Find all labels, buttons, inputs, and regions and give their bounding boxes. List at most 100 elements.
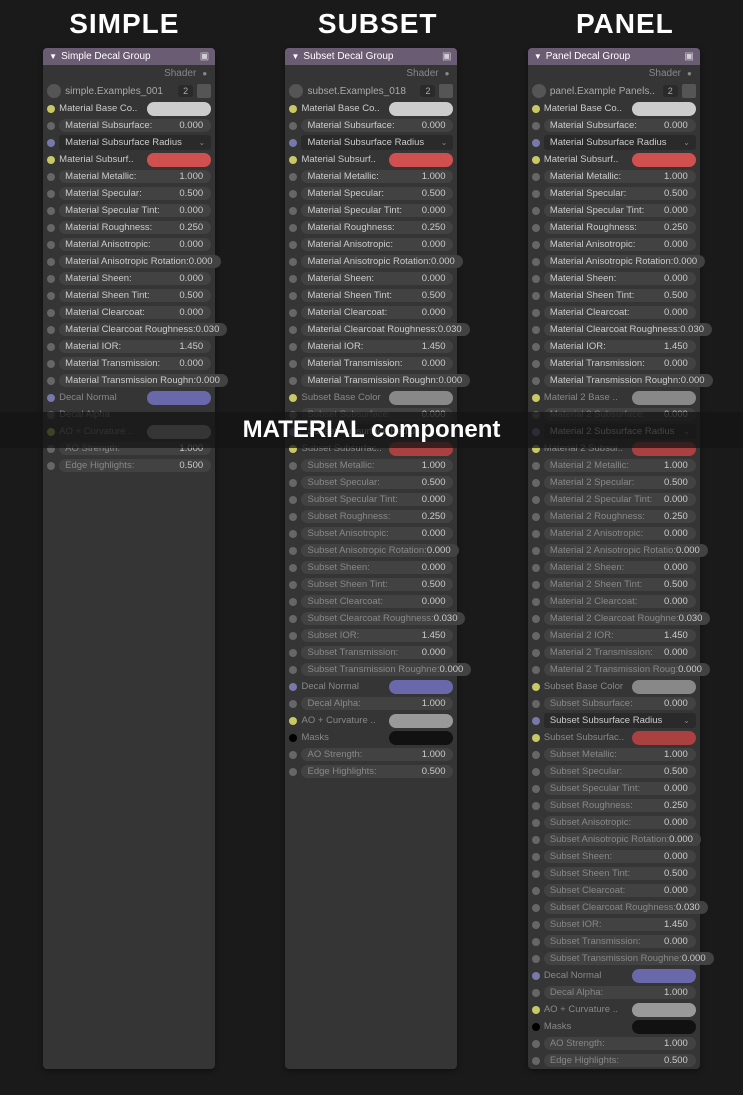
socket-dot-icon[interactable] (532, 785, 540, 793)
number-field[interactable]: Material Anisotropic:0.000 (544, 238, 696, 251)
socket-dot-icon[interactable] (289, 326, 297, 334)
number-field[interactable]: Subset Sheen Tint:0.500 (301, 578, 453, 591)
color-swatch[interactable] (632, 153, 696, 167)
number-field[interactable]: Material Specular:0.500 (301, 187, 453, 200)
user-count[interactable]: 2 (663, 85, 678, 97)
number-field[interactable]: Subset Specular Tint:0.000 (301, 493, 453, 506)
socket-dot-icon[interactable] (47, 224, 55, 232)
datablock-icon[interactable] (532, 84, 546, 98)
socket-dot-icon[interactable] (532, 479, 540, 487)
socket-dot-icon[interactable] (532, 666, 540, 674)
socket-dot-icon[interactable] (532, 224, 540, 232)
number-field[interactable]: Material 2 Anisotropic Rotatio:0.000 (544, 544, 708, 557)
number-field[interactable]: Material Anisotropic:0.000 (59, 238, 211, 251)
number-field[interactable]: Subset Clearcoat:0.000 (301, 595, 453, 608)
socket-dot-icon[interactable] (289, 581, 297, 589)
number-field[interactable]: Subset Metallic:1.000 (544, 748, 696, 761)
socket-dot-icon[interactable] (289, 479, 297, 487)
collapse-arrow-icon[interactable]: ▼ (291, 52, 299, 61)
number-field[interactable]: Subset Sheen:0.000 (301, 561, 453, 574)
socket-dot-icon[interactable] (47, 394, 55, 402)
socket-dot-icon[interactable] (532, 105, 540, 113)
number-field[interactable]: Material Subsurface:0.000 (59, 119, 211, 132)
socket-dot-icon[interactable] (289, 445, 297, 453)
number-field[interactable]: Material Clearcoat Roughness:0.030 (544, 323, 712, 336)
datablock-name[interactable]: panel.Example Panels.. (550, 86, 659, 97)
socket-dot-icon[interactable] (289, 513, 297, 521)
number-field[interactable]: Material Subsurface:0.000 (544, 119, 696, 132)
collapse-arrow-icon[interactable]: ▼ (534, 52, 542, 61)
socket-dot-icon[interactable] (532, 921, 540, 929)
socket-dot-icon[interactable] (47, 309, 55, 317)
nodegroup-selector[interactable]: simple.Examples_0012 (43, 82, 215, 100)
socket-dot-icon[interactable] (532, 649, 540, 657)
number-field[interactable]: Material 2 Metallic:1.000 (544, 459, 696, 472)
socket-dot-icon[interactable] (532, 598, 540, 606)
datablock-icon[interactable] (289, 84, 303, 98)
number-field[interactable]: Subset Sheen:0.000 (544, 850, 696, 863)
socket-dot-icon[interactable] (289, 105, 297, 113)
number-field[interactable]: Subset Anisotropic Rotation:0.000 (544, 833, 701, 846)
socket-dot-icon[interactable] (289, 377, 297, 385)
node-header[interactable]: ▼Panel Decal Group▣ (528, 48, 700, 65)
number-field[interactable]: Material Anisotropic Rotation:0.000 (59, 255, 220, 268)
socket-dot-icon[interactable] (532, 717, 540, 725)
socket-dot-icon[interactable] (47, 275, 55, 283)
socket-dot-icon[interactable] (289, 241, 297, 249)
socket-dot-icon[interactable] (532, 768, 540, 776)
socket-dot-icon[interactable] (532, 1057, 540, 1065)
number-field[interactable]: Subset Specular:0.500 (301, 476, 453, 489)
socket-dot-icon[interactable] (532, 190, 540, 198)
socket-dot-icon[interactable] (532, 700, 540, 708)
color-swatch[interactable] (389, 153, 453, 167)
socket-dot-icon[interactable] (289, 275, 297, 283)
number-field[interactable]: Material Sheen Tint:0.500 (544, 289, 696, 302)
number-field[interactable]: Subset Anisotropic Rotation:0.000 (301, 544, 458, 557)
socket-dot-icon[interactable] (532, 411, 540, 419)
fake-user-icon[interactable] (197, 84, 211, 98)
socket-dot-icon[interactable] (289, 292, 297, 300)
socket-dot-icon[interactable] (47, 360, 55, 368)
socket-dot-icon[interactable] (532, 1040, 540, 1048)
node-header[interactable]: ▼Subset Decal Group▣ (285, 48, 457, 65)
color-swatch[interactable] (389, 102, 453, 116)
socket-dot-icon[interactable] (532, 751, 540, 759)
user-count[interactable]: 2 (420, 85, 435, 97)
socket-dot-icon[interactable] (289, 156, 297, 164)
socket-dot-icon[interactable] (47, 156, 55, 164)
number-field[interactable]: Material IOR:1.450 (59, 340, 211, 353)
number-field[interactable]: Material Specular Tint:0.000 (544, 204, 696, 217)
number-field[interactable]: Material Sheen:0.000 (301, 272, 453, 285)
socket-dot-icon[interactable] (532, 207, 540, 215)
number-field[interactable]: Subset Specular Tint:0.000 (544, 782, 696, 795)
number-field[interactable]: Subset Subsurface:0.000 (301, 408, 453, 421)
socket-dot-icon[interactable] (532, 309, 540, 317)
number-field[interactable]: AO Strength:1.000 (544, 1037, 696, 1050)
number-field[interactable]: Material Clearcoat Roughness:0.030 (59, 323, 227, 336)
number-field[interactable]: Subset Clearcoat:0.000 (544, 884, 696, 897)
dropdown-select[interactable]: Material Subsurface Radius⌄ (544, 135, 696, 150)
number-field[interactable]: Subset Clearcoat Roughness:0.030 (301, 612, 465, 625)
socket-dot-icon[interactable] (47, 377, 55, 385)
socket-dot-icon[interactable] (532, 615, 540, 623)
number-field[interactable]: Material Anisotropic Rotation:0.000 (544, 255, 705, 268)
socket-dot-icon[interactable] (289, 309, 297, 317)
socket-dot-icon[interactable] (289, 173, 297, 181)
number-field[interactable]: Material Transmission Roughn:0.000 (544, 374, 713, 387)
socket-dot-icon[interactable] (47, 122, 55, 130)
socket-dot-icon[interactable] (532, 326, 540, 334)
number-field[interactable]: Material 2 Transmission Roug:0.000 (544, 663, 710, 676)
dropdown-select[interactable]: Material Subsurface Radius⌄ (59, 135, 211, 150)
socket-dot-icon[interactable] (532, 343, 540, 351)
number-field[interactable]: Material Transmission:0.000 (59, 357, 211, 370)
socket-dot-icon[interactable] (47, 173, 55, 181)
socket-dot-icon[interactable] (289, 428, 297, 436)
socket-dot-icon[interactable] (289, 360, 297, 368)
socket-dot-icon[interactable] (289, 564, 297, 572)
socket-dot-icon[interactable] (532, 530, 540, 538)
socket-dot-icon[interactable] (532, 1023, 540, 1031)
number-field[interactable]: Subset Anisotropic:0.000 (301, 527, 453, 540)
socket-dot-icon[interactable] (532, 972, 540, 980)
number-field[interactable]: Material Metallic:1.000 (301, 170, 453, 183)
number-field[interactable]: Material 2 Subsurface:0.000 (544, 408, 696, 421)
